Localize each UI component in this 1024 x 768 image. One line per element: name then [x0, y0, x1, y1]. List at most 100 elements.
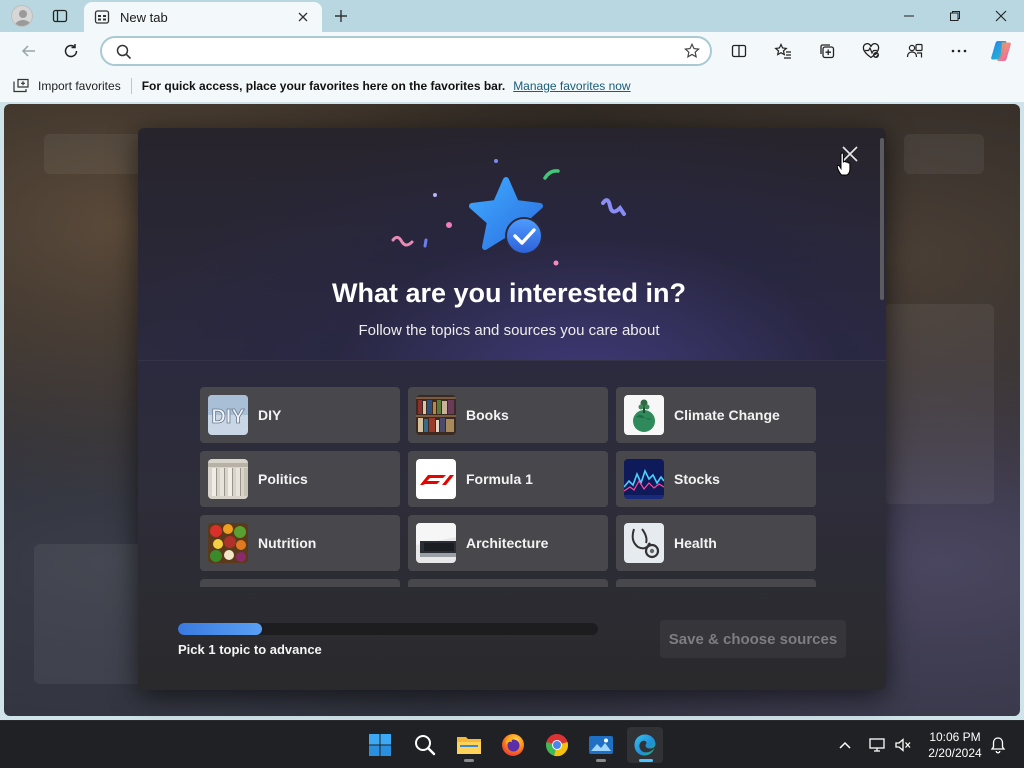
- title-bar: New tab: [0, 0, 1024, 32]
- import-favorites-icon: [13, 78, 29, 93]
- heart-pulse-icon: [862, 43, 880, 59]
- topic-label: Climate Change: [674, 407, 780, 423]
- back-button[interactable]: [14, 36, 44, 66]
- progress-bar: [178, 623, 598, 635]
- avatar-icon: [11, 5, 33, 27]
- topic-label: Formula 1: [466, 471, 533, 487]
- search-icon: [415, 735, 436, 756]
- politics-icon: [208, 459, 248, 499]
- favorites-bar-hint: For quick access, place your favorites h…: [141, 79, 506, 93]
- collections-icon: [820, 44, 835, 59]
- minimize-button[interactable]: [886, 0, 932, 32]
- dialog-subtitle: Follow the topics and sources you care a…: [358, 322, 660, 339]
- save-choose-sources-button[interactable]: Save & choose sources: [660, 620, 846, 658]
- split-screen-icon: [731, 44, 747, 58]
- books-icon: [416, 395, 456, 435]
- new-tab-page-icon: [94, 10, 110, 24]
- chrome-icon: [546, 734, 568, 757]
- new-tab-button[interactable]: [328, 4, 354, 28]
- progress-fill: [178, 623, 262, 635]
- topic-tile-books[interactable]: Books: [408, 387, 608, 443]
- chevron-up-icon: [839, 741, 851, 749]
- topic-tile-diy[interactable]: DIY DIY: [200, 387, 400, 443]
- taskbar-chrome[interactable]: [539, 727, 575, 763]
- taskbar-clock[interactable]: 10:06 PM 2/20/2024: [918, 729, 992, 761]
- start-button[interactable]: [362, 727, 398, 763]
- search-icon: [116, 44, 132, 60]
- copilot-button[interactable]: [986, 36, 1016, 66]
- blurred-tile: [34, 544, 154, 684]
- browser-essentials-button[interactable]: [856, 36, 886, 66]
- tab-new-tab[interactable]: New tab: [84, 2, 322, 32]
- topic-tile-climate-change[interactable]: Climate Change: [616, 387, 816, 443]
- architecture-icon: [416, 523, 456, 563]
- interests-dialog: What are you interested in? Follow the t…: [138, 128, 886, 690]
- nutrition-icon: [208, 523, 248, 563]
- network-icon: [869, 738, 885, 752]
- favorites-icon: [774, 43, 791, 59]
- blurred-tile: [884, 304, 994, 504]
- topic-tile-politics[interactable]: Politics: [200, 451, 400, 507]
- clock-time: 10:06 PM: [929, 730, 981, 744]
- topics-grid: DIY DIY Books Climate Change Politics Fo…: [200, 387, 820, 587]
- import-favorites-button[interactable]: Import favorites: [12, 78, 121, 94]
- topic-tile[interactable]: [408, 579, 608, 587]
- favorites-bar: Import favorites For quick access, place…: [0, 70, 1024, 102]
- close-tab-icon[interactable]: [294, 8, 312, 26]
- topic-tile[interactable]: [616, 579, 816, 587]
- running-indicator: [464, 759, 474, 762]
- settings-more-button[interactable]: [944, 36, 974, 66]
- edge-icon: [634, 734, 656, 756]
- profile-button[interactable]: [8, 3, 36, 29]
- topic-tile-architecture[interactable]: Architecture: [408, 515, 608, 571]
- close-window-button[interactable]: [978, 0, 1024, 32]
- taskbar-firefox[interactable]: [495, 727, 531, 763]
- taskbar-edge[interactable]: [627, 727, 663, 763]
- taskbar-search-button[interactable]: [407, 727, 443, 763]
- toolbar: [0, 32, 1024, 70]
- favorites-button[interactable]: [768, 36, 798, 66]
- extensions-button[interactable]: [900, 36, 930, 66]
- collections-button[interactable]: [812, 36, 842, 66]
- running-indicator: [596, 759, 606, 762]
- topic-tile-health[interactable]: Health: [616, 515, 816, 571]
- tab-actions-button[interactable]: [46, 4, 74, 28]
- restore-icon: [950, 11, 960, 21]
- favorites-divider: [130, 78, 132, 94]
- minimize-icon: [904, 15, 914, 17]
- refresh-icon: [64, 44, 78, 58]
- network-button[interactable]: [866, 729, 888, 761]
- address-input[interactable]: [142, 42, 662, 60]
- diy-icon: DIY: [208, 395, 248, 435]
- notifications-button[interactable]: [988, 729, 1008, 761]
- taskbar: 10:06 PM 2/20/2024: [0, 720, 1024, 768]
- taskbar-file-explorer[interactable]: [451, 727, 487, 763]
- topic-tile[interactable]: [200, 579, 400, 587]
- taskbar-photos[interactable]: [583, 727, 619, 763]
- refresh-button[interactable]: [56, 36, 86, 66]
- add-favorite-star-icon[interactable]: [684, 43, 700, 59]
- more-dots-icon: [951, 49, 967, 53]
- plus-icon: [335, 10, 347, 22]
- split-screen-button[interactable]: [724, 36, 754, 66]
- firefox-icon: [502, 734, 524, 756]
- star-check-illustration-icon: [391, 159, 626, 266]
- restore-button[interactable]: [932, 0, 978, 32]
- topic-label: DIY: [258, 407, 282, 423]
- topic-label: Stocks: [674, 471, 720, 487]
- dialog-divider: [138, 360, 886, 361]
- topic-label: Politics: [258, 471, 308, 487]
- topic-label: Architecture: [466, 535, 549, 551]
- dialog-scrollbar-thumb[interactable]: [880, 138, 884, 300]
- topic-tile-formula-1[interactable]: Formula 1: [408, 451, 608, 507]
- tab-actions-icon: [52, 9, 68, 23]
- topic-tile-nutrition[interactable]: Nutrition: [200, 515, 400, 571]
- manage-favorites-link[interactable]: Manage favorites now: [513, 79, 630, 93]
- svg-text:DIY: DIY: [211, 406, 245, 428]
- show-hidden-icons-button[interactable]: [836, 729, 854, 761]
- tab-title: New tab: [120, 9, 168, 25]
- address-bar[interactable]: [100, 36, 712, 66]
- topic-tile-stocks[interactable]: Stocks: [616, 451, 816, 507]
- start-icon: [369, 734, 391, 756]
- volume-button[interactable]: [892, 729, 914, 761]
